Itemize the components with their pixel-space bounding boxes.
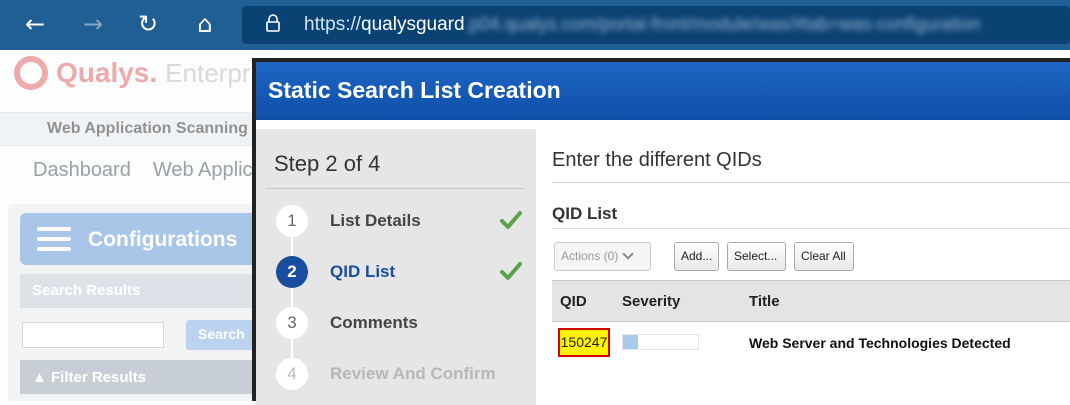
browser-toolbar: ← → ↻ ⌂ https://qualysguard.p04.qualys.c…	[0, 0, 1070, 50]
title-cell: Web Server and Technologies Detected	[749, 335, 1011, 351]
search-results-header: Search Results	[20, 274, 270, 308]
home-icon[interactable]: ⌂	[190, 9, 220, 39]
filter-results-label: ▲ Filter Results	[32, 369, 147, 386]
step-label: Comments	[330, 313, 418, 332]
severity-bar	[622, 334, 699, 350]
step-connector	[291, 221, 293, 377]
list-icon	[37, 227, 71, 253]
column-title[interactable]: Title	[749, 293, 780, 310]
step-comments[interactable]: 3 Comments	[276, 307, 526, 341]
table-row[interactable]: 150247 Web Server and Technologies Detec…	[552, 322, 1070, 364]
search-input[interactable]	[22, 322, 164, 348]
qid-table-header: QID Severity Title	[552, 280, 1070, 322]
url-scheme: https://	[304, 14, 362, 35]
column-qid[interactable]: QID	[560, 293, 587, 310]
dialog-title: Static Search List Creation	[268, 77, 561, 103]
configurations-title: Configurations	[88, 228, 238, 251]
section-divider	[552, 228, 1070, 229]
qid-cell[interactable]: 150247	[558, 328, 610, 357]
forward-arrow-icon[interactable]: →	[78, 9, 108, 39]
actions-dropdown[interactable]: Actions (0)	[554, 242, 651, 271]
step-number: 1	[276, 205, 308, 237]
checkmark-icon	[500, 262, 522, 280]
add-button[interactable]: Add...	[674, 242, 719, 271]
clear-all-button[interactable]: Clear All	[794, 242, 854, 271]
step-qid-list[interactable]: 2 QID List	[276, 256, 526, 290]
step-label: List Details	[330, 211, 421, 230]
nav-dashboard[interactable]: Dashboard	[33, 159, 131, 181]
module-title: Web Application Scanning	[47, 120, 248, 137]
top-nav: Dashboard Web Applic	[33, 159, 275, 182]
static-search-list-dialog: Static Search List Creation Step 2 of 4 …	[252, 58, 1070, 405]
checkmark-icon	[500, 211, 522, 229]
step-number: 3	[276, 307, 308, 339]
search-results-label: Search Results	[32, 282, 141, 299]
severity-fill	[623, 335, 638, 349]
step-review-and-confirm: 4 Review And Confirm	[276, 358, 526, 392]
actions-label: Actions (0)	[561, 249, 619, 263]
filter-results-header[interactable]: ▲ Filter Results	[20, 360, 270, 394]
step-number: 2	[276, 256, 308, 288]
wizard-steps: Step 2 of 4 1 List Details 2 QID List 3 …	[256, 129, 536, 405]
section-title: QID List	[552, 204, 618, 223]
step-heading: Step 2 of 4	[274, 151, 381, 176]
logo-text: Qualys.	[56, 57, 158, 88]
dialog-titlebar: Static Search List Creation	[256, 62, 1070, 120]
chevron-down-icon	[622, 248, 635, 260]
url-host: qualysguard	[361, 14, 465, 35]
content-divider	[552, 182, 1070, 183]
qualys-logo: Qualys. Enterpris	[14, 56, 269, 90]
nav-web-applications[interactable]: Web Applic	[153, 159, 253, 181]
select-button[interactable]: Select...	[727, 242, 786, 271]
qualys-logo-icon	[14, 56, 48, 90]
step-list-details[interactable]: 1 List Details	[276, 205, 526, 239]
step-divider	[266, 188, 524, 189]
refresh-icon[interactable]: ↻	[133, 9, 163, 39]
step-number: 4	[276, 358, 308, 390]
url-text: https://qualysguard.p04.qualys.com/porta…	[304, 12, 980, 37]
step-label: Review And Confirm	[330, 364, 496, 383]
step-label: QID List	[330, 262, 396, 281]
column-severity[interactable]: Severity	[622, 293, 680, 310]
content-title: Enter the different QIDs	[552, 149, 762, 171]
lock-icon	[266, 14, 280, 32]
back-arrow-icon[interactable]: ←	[20, 9, 50, 39]
module-bar: Web Application Scanning	[0, 112, 270, 146]
url-path-blurred: .p04.qualys.com/portal-front/module/was/…	[464, 14, 981, 34]
